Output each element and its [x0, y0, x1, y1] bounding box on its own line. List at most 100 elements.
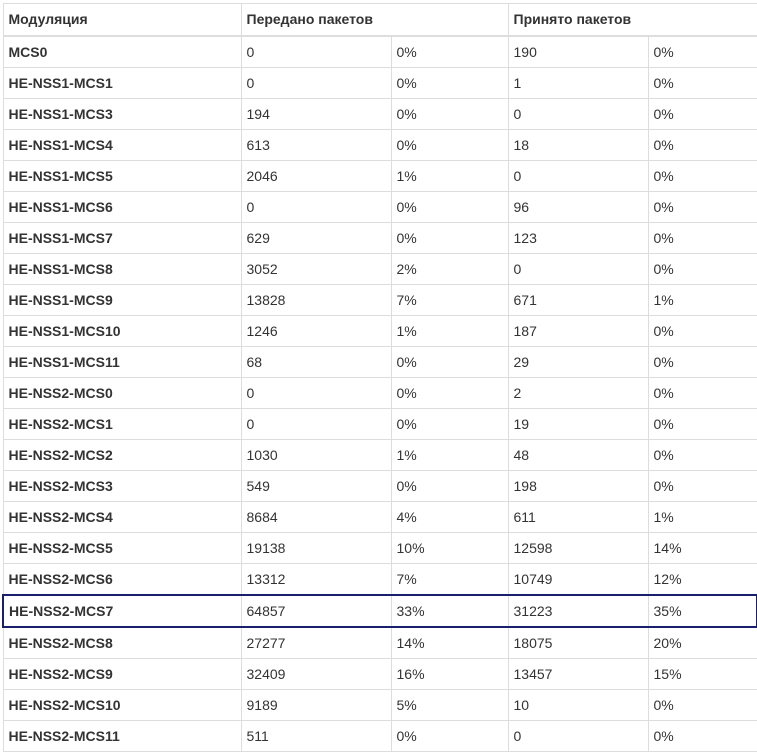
tx-percent-cell: 0%	[390, 345, 509, 378]
table-row: HE-NSS2-MCS0 0 0% 2 0%	[2, 376, 757, 409]
modulation-cell: HE-NSS2-MCS0	[2, 376, 242, 409]
table-row: HE-NSS2-MCS6 13312 7% 10749 12%	[2, 562, 757, 595]
tx-count-cell: 0	[240, 66, 392, 99]
rx-count-cell: 10	[507, 688, 649, 721]
tx-count-cell: 511	[240, 719, 392, 752]
rx-percent-cell: 0%	[647, 719, 757, 752]
modulation-stats-table: Модуляция Передано пакетов Принято пакет…	[2, 3, 757, 752]
tx-percent-cell: 2%	[390, 252, 509, 285]
tx-percent-cell: 1%	[390, 159, 509, 192]
rx-percent-cell: 0%	[647, 221, 757, 254]
table-row: HE-NSS2-MCS1 0 0% 19 0%	[2, 407, 757, 440]
tx-percent-cell: 33%	[390, 593, 509, 628]
table-row: HE-NSS2-MCS9 32409 16% 13457 15%	[2, 657, 757, 690]
modulation-cell: HE-NSS1-MCS6	[2, 190, 242, 223]
table-row: HE-NSS1-MCS9 13828 7% 671 1%	[2, 283, 757, 316]
rx-percent-cell: 1%	[647, 500, 757, 533]
header-transmitted: Передано пакетов	[240, 3, 509, 37]
tx-percent-cell: 0%	[390, 469, 509, 502]
modulation-cell: HE-NSS1-MCS4	[2, 128, 242, 161]
rx-count-cell: 0	[507, 719, 649, 752]
tx-percent-cell: 10%	[390, 531, 509, 564]
modulation-cell: HE-NSS1-MCS11	[2, 345, 242, 378]
modulation-cell: HE-NSS2-MCS9	[2, 657, 242, 690]
rx-percent-cell: 0%	[647, 345, 757, 378]
header-received: Принято пакетов	[507, 3, 757, 37]
modulation-cell: HE-NSS2-MCS10	[2, 688, 242, 721]
tx-count-cell: 8684	[240, 500, 392, 533]
rx-count-cell: 18075	[507, 626, 649, 659]
table-row: HE-NSS2-MCS2 1030 1% 48 0%	[2, 438, 757, 471]
tx-count-cell: 0	[240, 35, 392, 68]
table-row: HE-NSS2-MCS10 9189 5% 10 0%	[2, 688, 757, 721]
table-row: HE-NSS1-MCS3 194 0% 0 0%	[2, 97, 757, 130]
tx-count-cell: 1246	[240, 314, 392, 347]
tx-percent-cell: 5%	[390, 688, 509, 721]
modulation-cell: HE-NSS1-MCS7	[2, 221, 242, 254]
tx-count-cell: 9189	[240, 688, 392, 721]
rx-count-cell: 0	[507, 159, 649, 192]
modulation-cell: HE-NSS1-MCS9	[2, 283, 242, 316]
modulation-cell: HE-NSS1-MCS5	[2, 159, 242, 192]
table-row: HE-NSS2-MCS11 511 0% 0 0%	[2, 719, 757, 752]
rx-count-cell: 18	[507, 128, 649, 161]
table-row: HE-NSS1-MCS11 68 0% 29 0%	[2, 345, 757, 378]
rx-count-cell: 19	[507, 407, 649, 440]
rx-percent-cell: 20%	[647, 626, 757, 659]
modulation-cell: HE-NSS1-MCS3	[2, 97, 242, 130]
rx-percent-cell: 0%	[647, 159, 757, 192]
tx-percent-cell: 1%	[390, 438, 509, 471]
modulation-cell: HE-NSS2-MCS11	[2, 719, 242, 752]
rx-percent-cell: 15%	[647, 657, 757, 690]
tx-count-cell: 2046	[240, 159, 392, 192]
table-row: HE-NSS2-MCS3 549 0% 198 0%	[2, 469, 757, 502]
rx-count-cell: 0	[507, 97, 649, 130]
rx-percent-cell: 35%	[647, 593, 757, 628]
modulation-cell: HE-NSS1-MCS10	[2, 314, 242, 347]
rx-count-cell: 123	[507, 221, 649, 254]
rx-count-cell: 2	[507, 376, 649, 409]
modulation-cell: HE-NSS2-MCS8	[2, 626, 242, 659]
tx-percent-cell: 0%	[390, 66, 509, 99]
table-row: HE-NSS2-MCS8 27277 14% 18075 20%	[2, 626, 757, 659]
table-row: HE-NSS1-MCS6 0 0% 96 0%	[2, 190, 757, 223]
tx-percent-cell: 0%	[390, 221, 509, 254]
tx-percent-cell: 0%	[390, 35, 509, 68]
rx-percent-cell: 0%	[647, 66, 757, 99]
header-modulation: Модуляция	[2, 3, 242, 37]
rx-count-cell: 198	[507, 469, 649, 502]
table-row: HE-NSS1-MCS4 613 0% 18 0%	[2, 128, 757, 161]
rx-percent-cell: 0%	[647, 190, 757, 223]
rx-count-cell: 13457	[507, 657, 649, 690]
rx-percent-cell: 0%	[647, 438, 757, 471]
header-row: Модуляция Передано пакетов Принято пакет…	[2, 3, 757, 37]
tx-count-cell: 68	[240, 345, 392, 378]
tx-count-cell: 32409	[240, 657, 392, 690]
rx-percent-cell: 0%	[647, 688, 757, 721]
rx-percent-cell: 1%	[647, 283, 757, 316]
modulation-cell: MCS0	[2, 35, 242, 68]
tx-count-cell: 194	[240, 97, 392, 130]
tx-percent-cell: 0%	[390, 407, 509, 440]
tx-percent-cell: 16%	[390, 657, 509, 690]
table-body: MCS0 0 0% 190 0% HE-NSS1-MCS1 0 0% 1 0% HE-NSS1-MC…	[2, 35, 757, 752]
tx-count-cell: 3052	[240, 252, 392, 285]
tx-count-cell: 19138	[240, 531, 392, 564]
modulation-cell: HE-NSS2-MCS4	[2, 500, 242, 533]
rx-count-cell: 1	[507, 66, 649, 99]
rx-count-cell: 48	[507, 438, 649, 471]
rx-percent-cell: 0%	[647, 469, 757, 502]
tx-count-cell: 13312	[240, 562, 392, 595]
table-row: MCS0 0 0% 190 0%	[2, 35, 757, 68]
modulation-cell: HE-NSS2-MCS3	[2, 469, 242, 502]
rx-percent-cell: 0%	[647, 376, 757, 409]
table-row: HE-NSS1-MCS5 2046 1% 0 0%	[2, 159, 757, 192]
table-row: HE-NSS1-MCS10 1246 1% 187 0%	[2, 314, 757, 347]
rx-count-cell: 190	[507, 35, 649, 68]
tx-percent-cell: 1%	[390, 314, 509, 347]
modulation-cell: HE-NSS2-MCS7	[2, 593, 242, 628]
rx-count-cell: 29	[507, 345, 649, 378]
tx-count-cell: 27277	[240, 626, 392, 659]
tx-percent-cell: 0%	[390, 719, 509, 752]
rx-percent-cell: 0%	[647, 97, 757, 130]
